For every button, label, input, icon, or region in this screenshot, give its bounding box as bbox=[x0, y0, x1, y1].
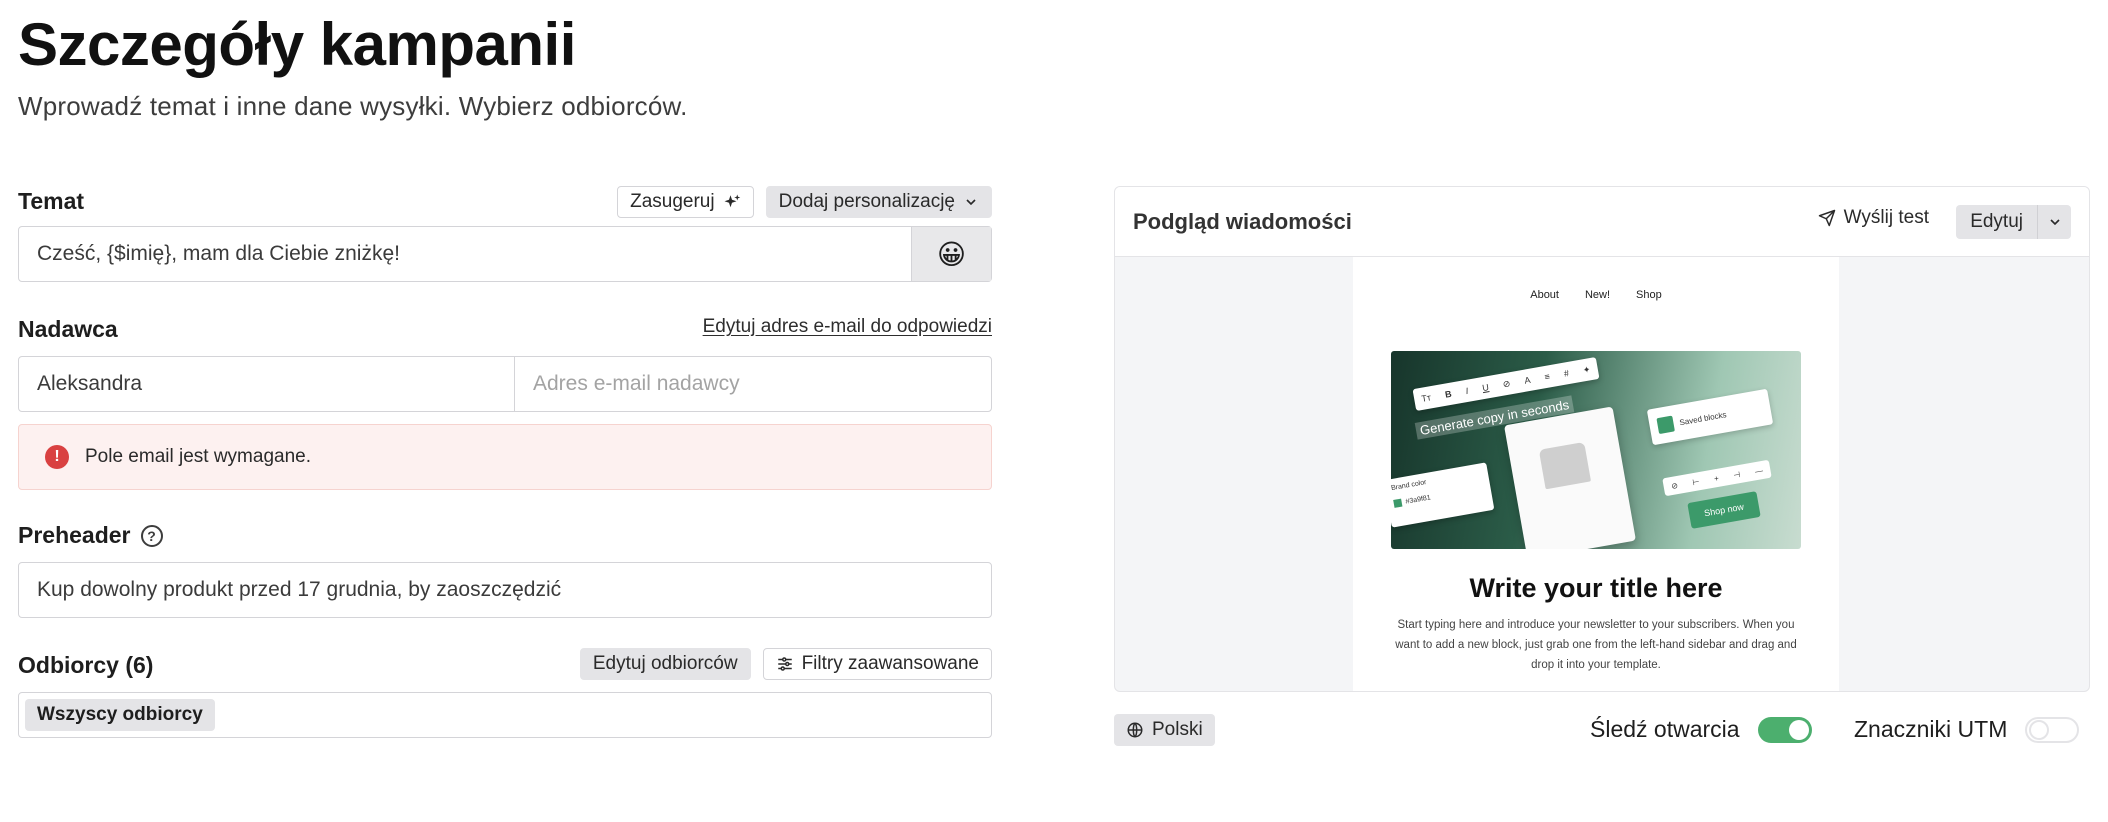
error-icon: ! bbox=[45, 445, 69, 469]
subject-field: 😀 bbox=[18, 226, 992, 282]
globe-icon bbox=[1127, 722, 1143, 738]
tshirt-icon bbox=[1538, 441, 1592, 490]
align-toolbar-graphic: ⊘ ⊢ + ⊣ — bbox=[1662, 459, 1772, 497]
saved-blocks-graphic: Saved blocks bbox=[1646, 388, 1774, 446]
sender-error-text: Pole email jest wymagane. bbox=[85, 446, 311, 467]
utm-setting: Znaczniki UTM bbox=[1854, 716, 2080, 743]
chevron-down-icon bbox=[2049, 219, 2060, 226]
email-nav: About New! Shop bbox=[1353, 289, 1839, 301]
preheader-field bbox=[18, 562, 992, 618]
suggest-label: Zasugeruj bbox=[630, 191, 715, 212]
track-opens-toggle[interactable] bbox=[1757, 716, 1812, 743]
email-nav-item: New! bbox=[1584, 289, 1611, 301]
emoji-picker-button[interactable]: 😀 bbox=[911, 227, 991, 281]
recipients-field[interactable]: Wszyscy odbiorcy bbox=[18, 692, 992, 738]
sender-field bbox=[18, 356, 992, 412]
sender-name-input[interactable] bbox=[19, 357, 514, 411]
bookmark-icon bbox=[1656, 415, 1675, 435]
sender-header: Nadawca Edytuj adres e-mail do odpowiedz… bbox=[18, 316, 992, 356]
preheader-header: Preheader ? bbox=[18, 522, 992, 562]
send-test-label: Wyślij test bbox=[1843, 207, 1929, 228]
preheader-input[interactable] bbox=[19, 563, 991, 617]
preview-title: Podgląd wiadomości bbox=[1133, 209, 1352, 234]
utm-label: Znaczniki UTM bbox=[1854, 716, 2008, 742]
preheader-label: Preheader bbox=[18, 522, 131, 548]
smile-icon: 😀 bbox=[936, 238, 967, 270]
email-hero-image: Tт B I U ⊘ A ≡ # ✦ Generate copy in seconds Save… bbox=[1391, 351, 1801, 549]
recipient-tag[interactable]: Wszyscy odbiorcy bbox=[25, 699, 215, 731]
edit-dropdown-button[interactable] bbox=[2037, 205, 2071, 239]
filter-sliders-icon bbox=[777, 657, 792, 671]
page-title: Szczegóły kampanii bbox=[18, 11, 576, 78]
language-button[interactable]: Polski bbox=[1114, 714, 1215, 746]
preheader-label-group: Preheader ? bbox=[18, 522, 163, 549]
email-body-text: Start typing here and introduce your new… bbox=[1395, 619, 1797, 671]
edit-button[interactable]: Edytuj bbox=[1956, 205, 2037, 239]
add-personalization-button[interactable]: Dodaj personalizację bbox=[765, 186, 992, 218]
subject-actions: Zasugeruj Dodaj personalizację bbox=[617, 186, 992, 218]
send-test-button[interactable]: Wyślij test bbox=[1818, 207, 1929, 229]
help-icon[interactable]: ? bbox=[140, 524, 163, 547]
subject-header: Temat Zasugeruj Dodaj personalizację bbox=[18, 180, 992, 220]
brand-color-hex: #3a9f81 bbox=[1405, 494, 1432, 506]
shop-now-graphic: Shop now bbox=[1687, 491, 1761, 529]
track-opens-label: Śledź otwarcia bbox=[1590, 716, 1740, 742]
edit-recipients-button[interactable]: Edytuj odbiorców bbox=[579, 648, 751, 680]
edit-recipients-label: Edytuj odbiorców bbox=[592, 653, 738, 674]
page-subtitle: Wprowadź temat i inne dane wysyłki. Wybi… bbox=[18, 91, 688, 121]
sparkle-icon bbox=[724, 194, 740, 208]
color-swatch-icon bbox=[1393, 498, 1403, 508]
recipients-label: Odbiorcy (6) bbox=[18, 652, 154, 678]
recipients-header: Odbiorcy (6) Edytuj odbiorców Filtry zaa… bbox=[18, 648, 992, 692]
product-card-graphic bbox=[1504, 406, 1636, 549]
send-icon bbox=[1818, 209, 1835, 227]
edit-split-button: Edytuj bbox=[1956, 205, 2071, 239]
recipients-actions: Edytuj odbiorców Filtry zaawansowane bbox=[579, 648, 992, 680]
chevron-down-icon bbox=[966, 199, 976, 206]
add-personalization-label: Dodaj personalizację bbox=[778, 191, 955, 212]
suggest-button[interactable]: Zasugeruj bbox=[617, 186, 754, 218]
email-title: Write your title here bbox=[1469, 573, 1723, 603]
brand-color-graphic: Brand color #3a9f81 bbox=[1391, 462, 1495, 528]
email-preview: About New! Shop Tт B I U ⊘ A ≡ # ✦ Generate copy… bbox=[1353, 257, 1839, 691]
saved-blocks-label: Saved blocks bbox=[1678, 409, 1728, 427]
edit-reply-email-link[interactable]: Edytuj adres e-mail do odpowiedzi bbox=[703, 316, 992, 338]
advanced-filters-button[interactable]: Filtry zaawansowane bbox=[762, 648, 992, 680]
sender-error-alert: ! Pole email jest wymagane. bbox=[18, 424, 992, 490]
advanced-filters-label: Filtry zaawansowane bbox=[801, 653, 979, 674]
email-nav-item: About bbox=[1530, 289, 1559, 301]
message-preview-panel: Podgląd wiadomości Wyślij test Edytuj Ab… bbox=[1114, 186, 2090, 692]
language-label: Polski bbox=[1152, 719, 1203, 740]
campaign-form: Temat Zasugeruj Dodaj personalizację 😀 N… bbox=[18, 180, 992, 738]
sender-label: Nadawca bbox=[18, 316, 118, 342]
email-nav-item: Shop bbox=[1636, 289, 1662, 301]
subject-label: Temat bbox=[18, 188, 85, 214]
subject-input[interactable] bbox=[19, 227, 911, 281]
utm-toggle[interactable] bbox=[2025, 716, 2080, 743]
track-opens-setting: Śledź otwarcia bbox=[1590, 716, 1812, 743]
preview-header: Podgląd wiadomości Wyślij test Edytuj bbox=[1115, 187, 2089, 257]
sender-email-input[interactable] bbox=[515, 357, 991, 411]
